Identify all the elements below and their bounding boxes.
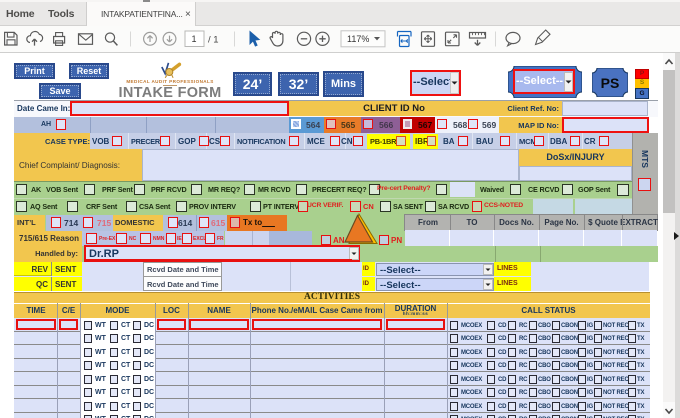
svg-text:/ 1: / 1 (208, 35, 219, 46)
svg-text:117%: 117% (347, 34, 369, 44)
svg-text:1: 1 (191, 34, 196, 44)
svg-text:PS: PS (601, 75, 620, 91)
